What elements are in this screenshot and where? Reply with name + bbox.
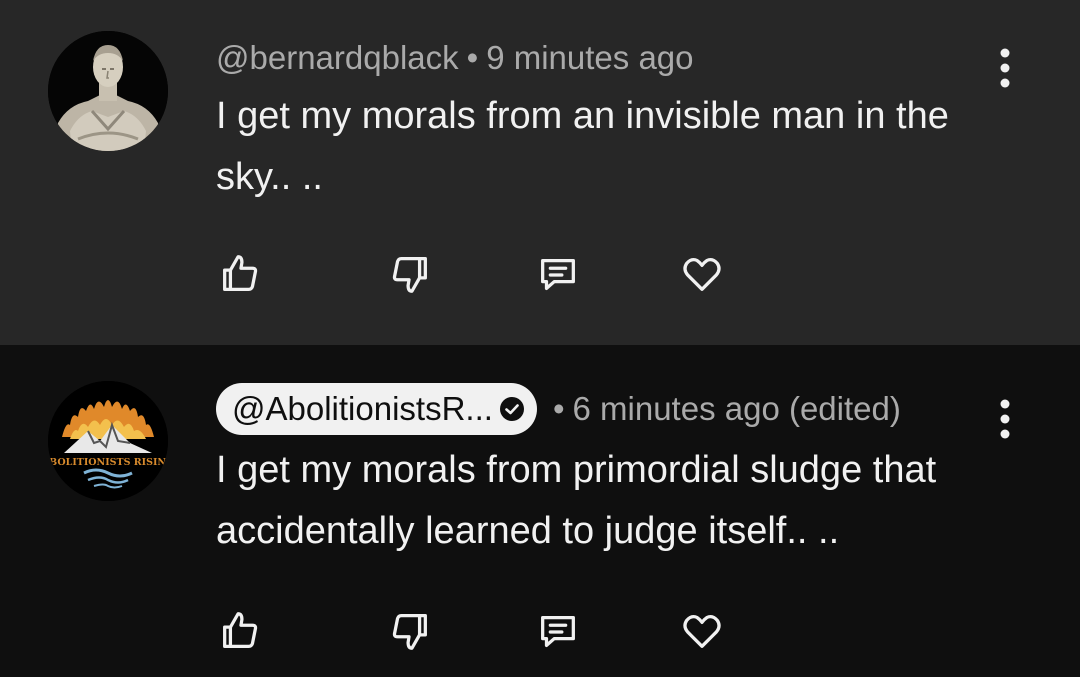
separator-dot: • [552, 390, 565, 427]
comment-icon[interactable] [534, 607, 582, 655]
thumbs-down-icon[interactable] [386, 250, 434, 298]
comment-text: I get my morals from an invisible man in… [216, 95, 949, 198]
comment-icon[interactable] [534, 250, 582, 298]
abolitionists-rising-logo-icon: ABOLITIONISTS RISING [48, 381, 168, 501]
comment-time[interactable]: 6 minutes ago (edited) [573, 390, 901, 428]
comment-actions [216, 607, 756, 655]
comment-meta: @AbolitionistsR... • 6 minutes ago (edit… [216, 383, 901, 435]
thumbs-down-icon[interactable] [386, 607, 434, 655]
comment-text: I get my morals from primordial sludge t… [216, 449, 937, 552]
roman-bust-avatar-icon [48, 31, 168, 151]
comment-meta: @bernardqblack • 9 minutes ago [216, 38, 694, 78]
comment-actions [216, 250, 756, 298]
comment-card: @bernardqblack • 9 minutes ago I get my … [0, 0, 1080, 345]
separator-dot: • [466, 39, 479, 76]
logo-text: ABOLITIONISTS RISING [48, 457, 168, 468]
more-vertical-icon[interactable] [992, 397, 1018, 441]
author-chip[interactable]: @AbolitionistsR... [216, 383, 537, 435]
verified-check-icon [499, 397, 524, 421]
more-vertical-icon[interactable] [992, 46, 1018, 90]
thumbs-up-icon[interactable] [216, 250, 264, 298]
author-name[interactable]: @bernardqblack [216, 39, 459, 77]
avatar[interactable] [48, 31, 168, 151]
comment-time[interactable]: 9 minutes ago [486, 39, 693, 77]
heart-icon[interactable] [678, 607, 726, 655]
author-name[interactable]: @AbolitionistsR... [232, 390, 493, 428]
avatar[interactable]: ABOLITIONISTS RISING [48, 381, 168, 501]
thumbs-up-icon[interactable] [216, 607, 264, 655]
comment-card: ABOLITIONISTS RISING @AbolitionistsR... … [0, 345, 1080, 677]
heart-icon[interactable] [678, 250, 726, 298]
